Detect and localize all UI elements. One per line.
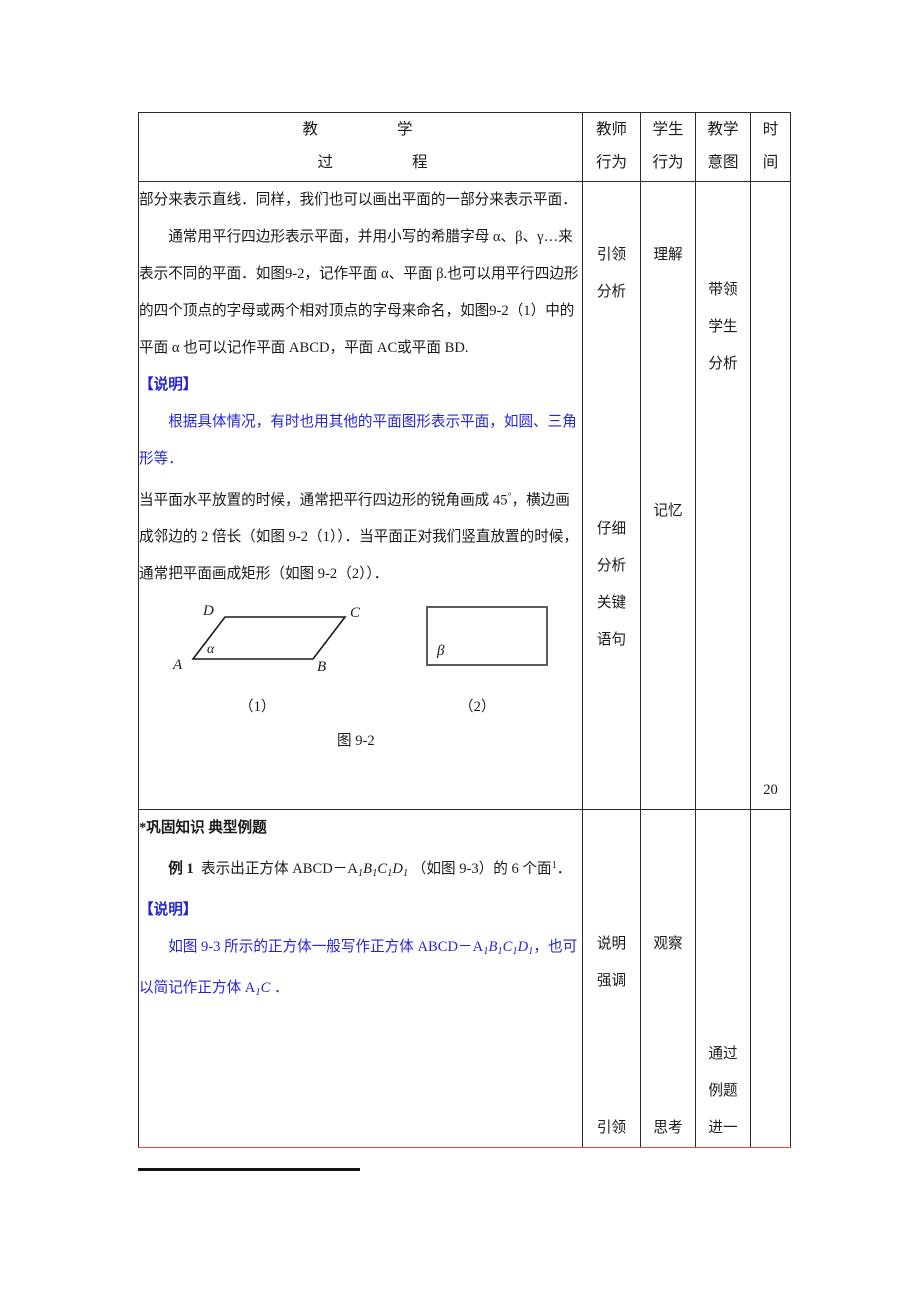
document-page: 教 学 过 程 教师 行为 学生 行为 教学 意图 时 间 部分来表示直线．同样…: [0, 0, 920, 1302]
example-letter-c: C: [377, 861, 388, 878]
label-vertex-c: C: [350, 605, 361, 621]
header-student-line2: 行为: [652, 154, 684, 171]
note-body-2: 如图 9-3 所示的正方体一般写作正方体 ABCD－A1B1C1D1，也可以简记…: [139, 929, 582, 1011]
note-title-2: 【说明】: [139, 902, 198, 919]
figure-9-2: A B C D α β （1） （2） 图 9-2: [139, 597, 582, 749]
paragraph-intro: 部分来表示直线．同样，我们也可以画出平面的一部分来表示平面．: [139, 192, 577, 208]
intent-text-1b: 学生: [708, 319, 738, 335]
intent-cell-1: 带领 学生 分析: [695, 181, 751, 810]
student-action-2a: 记忆: [653, 503, 683, 519]
note-letter-c2: C: [260, 979, 271, 996]
example-letter-d: D: [392, 861, 403, 878]
header-time-line1: 时: [762, 121, 779, 138]
time-cell-2: [750, 809, 791, 1148]
process-cell-2: *巩固知识 典型例题 例 1 表示出正方体 ABCD－A1B1C1D1 （如图 …: [138, 809, 583, 1148]
intent-text-1a: 带领: [708, 282, 738, 298]
header-cell-process: 教 学 过 程: [138, 112, 583, 182]
time-value-1: 20: [763, 782, 778, 798]
note-body-2-c: ．: [274, 979, 289, 996]
student-action-1a: 理解: [653, 247, 683, 263]
paragraph-plane-naming: 通常用平行四边形表示平面，并用小写的希腊字母 α、β、γ…来表示不同的平面．如图…: [139, 219, 582, 367]
figure-caption-main: 图 9-2: [337, 733, 375, 750]
header-intent-line2: 意图: [707, 154, 739, 171]
label-alpha: α: [207, 642, 215, 657]
table-content-row-2: *巩固知识 典型例题 例 1 表示出正方体 ABCD－A1B1C1D1 （如图 …: [138, 809, 791, 1148]
teacher-action-1b: 分析: [596, 284, 627, 300]
intent-text-2a: 通过: [708, 1046, 738, 1062]
student-action-4a: 思考: [653, 1120, 683, 1136]
student-cell-2: 观察 思考: [640, 809, 696, 1148]
header-cell-teacher: 教师 行为: [582, 112, 641, 182]
header-teacher-line1: 教师: [595, 121, 627, 138]
note-body-2-a: 如图 9-3 所示的正方体一般写作正方体 ABCD－A: [168, 939, 484, 956]
teacher-cell-2: 说明 强调 引领: [582, 809, 641, 1148]
teacher-cell-1: 引领 分析 仔细 分析 关键 语句: [582, 181, 641, 810]
header-cell-student: 学生 行为: [640, 112, 696, 182]
rectangle-shape: [426, 606, 548, 667]
header-cell-time: 时 间: [750, 112, 791, 182]
note-body-1: 根据具体情况，有时也用其他的平面图形表示平面，如圆、三角形等．: [139, 414, 577, 467]
table-content-row-1: 部分来表示直线．同样，我们也可以画出平面的一部分来表示平面． 通常用平行四边形表…: [138, 181, 791, 810]
example-text-a: 表示出正方体 ABCD－A: [201, 861, 358, 878]
label-vertex-d: D: [202, 603, 214, 619]
teacher-action-3b: 强调: [596, 973, 627, 989]
figure-9-2-drawing: A B C D α β: [172, 603, 548, 675]
teacher-action-2d: 语句: [596, 632, 627, 648]
note-letter-d: D: [517, 939, 529, 956]
example-label: 例 1: [168, 861, 194, 878]
teacher-action-2a: 仔细: [596, 521, 627, 537]
header-time-line2: 间: [762, 154, 779, 171]
example-letter-b: B: [363, 861, 373, 878]
figure-caption-1: （1）: [239, 699, 276, 716]
label-vertex-a: A: [172, 657, 183, 673]
label-beta: β: [436, 643, 445, 659]
example-text-c: ．: [556, 861, 572, 878]
paragraph-45deg: 当平面水平放置的时候，通常把平行四边形的锐角画成 45°，横边画成邻边的 2 倍…: [139, 478, 582, 593]
parallelogram-shape: [191, 616, 347, 661]
teacher-action-3a: 说明: [596, 936, 627, 952]
note-letter-c: C: [502, 939, 513, 956]
header-process-line2: 过 程: [317, 154, 444, 171]
teacher-action-2c: 关键: [596, 595, 627, 611]
header-teacher-line2: 行为: [595, 154, 627, 171]
intent-text-2b: 例题: [708, 1083, 738, 1099]
teacher-action-1a: 引领: [596, 247, 627, 263]
process-cell-1: 部分来表示直线．同样，我们也可以画出平面的一部分来表示平面． 通常用平行四边形表…: [138, 181, 583, 810]
paragraph-45deg-part-a: 当平面水平放置的时候，通常把平行四边形的锐角画成 45: [139, 492, 508, 509]
example-1-paragraph: 例 1 表示出正方体 ABCD－A1B1C1D1 （如图 9-3）的 6 个面1…: [139, 847, 582, 892]
table-header-row: 教 学 过 程 教师 行为 学生 行为 教学 意图 时 间: [138, 112, 791, 182]
lesson-plan-table: 教 学 过 程 教师 行为 学生 行为 教学 意图 时 间 部分来表示直线．同样…: [138, 112, 791, 1148]
teacher-action-4a: 引领: [596, 1120, 627, 1136]
student-cell-1: 理解 记忆: [640, 181, 696, 810]
header-intent-line1: 教学: [707, 121, 739, 138]
example-text-b: （如图 9-3）的 6 个面: [411, 861, 552, 878]
label-vertex-b: B: [317, 659, 326, 675]
intent-text-2c: 进一: [708, 1120, 738, 1136]
note-title-1: 【说明】: [139, 377, 198, 393]
section-heading-consolidate: *巩固知识 典型例题: [139, 820, 267, 836]
example-sub-d1: 1: [402, 868, 409, 880]
time-cell-1: 20: [750, 181, 791, 810]
intent-text-1c: 分析: [708, 356, 738, 372]
header-process-line1: 教 学: [302, 121, 429, 138]
student-action-3a: 观察: [653, 936, 683, 952]
teacher-action-2b: 分析: [596, 558, 627, 574]
header-student-line1: 学生: [652, 121, 684, 138]
figure-caption-2: （2）: [459, 699, 496, 716]
header-cell-intent: 教学 意图: [695, 112, 751, 182]
paragraph-plane-naming-text: 通常用平行四边形表示平面，并用小写的希腊字母 α、β、γ…来表示不同的平面．如图…: [139, 229, 579, 356]
intent-cell-2: 通过 例题 进一: [695, 809, 751, 1148]
footnote-separator-rule: [138, 1168, 360, 1171]
